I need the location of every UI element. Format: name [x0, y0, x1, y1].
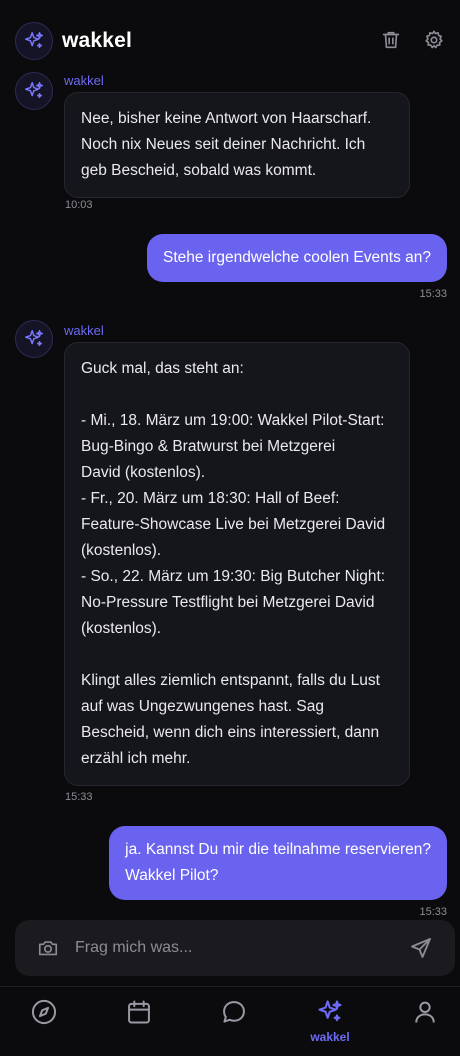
message-list[interactable]: wakkel Nee, bisher keine Antwort von Haa…: [0, 70, 460, 920]
sender-name: wakkel: [64, 323, 104, 338]
nav-item-label: wakkel: [310, 1030, 350, 1044]
user-message: ja. Kannst Du mir die teilnahme reservie…: [109, 826, 447, 900]
nav-item-calendar[interactable]: [109, 987, 169, 1056]
sparkle-icon: [25, 82, 43, 99]
message-time: 10:03: [65, 199, 93, 211]
assistant-message: Nee, bisher keine Antwort von Haarscharf…: [64, 92, 410, 198]
sparkle-icon: [318, 1000, 342, 1022]
nav-item-wakkel[interactable]: wakkel: [300, 987, 360, 1056]
assistant-message: Guck mal, das steht an: - Mi., 18. März …: [64, 342, 410, 786]
sparkle-icon: [25, 330, 43, 347]
message-composer: [15, 920, 455, 976]
assistant-avatar: [15, 22, 53, 60]
chat-icon: [223, 1001, 245, 1023]
nav-item-chats[interactable]: [204, 987, 264, 1056]
trash-icon[interactable]: [380, 29, 402, 51]
assistant-avatar: [15, 320, 53, 358]
sender-name: wakkel: [64, 73, 104, 88]
sparkle-icon: [25, 32, 43, 49]
assistant-avatar: [15, 72, 53, 110]
user-icon: [415, 1001, 435, 1023]
bottom-nav: wakkel: [0, 986, 460, 1056]
nav-item-explore[interactable]: [14, 987, 74, 1056]
gear-icon[interactable]: [423, 29, 445, 51]
calendar-icon: [128, 1000, 150, 1024]
message-input[interactable]: [75, 932, 395, 964]
compass-icon: [31, 999, 57, 1025]
message-time: 15:33: [419, 288, 447, 300]
camera-icon[interactable]: [37, 937, 59, 959]
user-message: Stehe irgendwelche coolen Events an?: [147, 234, 447, 282]
send-icon[interactable]: [409, 936, 433, 960]
chat-header: wakkel: [0, 0, 460, 70]
message-time: 15:33: [65, 791, 93, 803]
page-title: wakkel: [62, 29, 133, 52]
message-time: 15:33: [419, 906, 447, 918]
nav-item-profile[interactable]: [395, 987, 455, 1056]
